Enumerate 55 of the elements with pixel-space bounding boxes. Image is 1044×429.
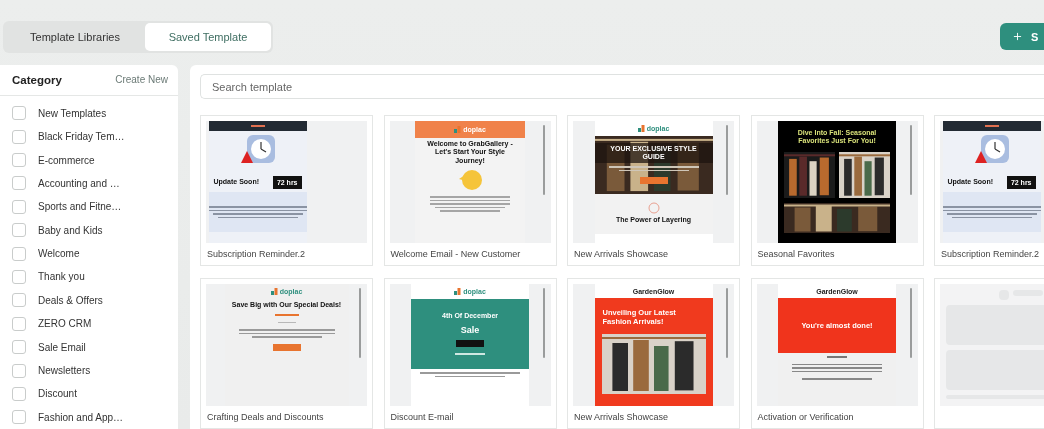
clock-icon (240, 135, 275, 165)
category-label: Baby and Kids (38, 224, 103, 236)
checkbox[interactable] (12, 176, 26, 191)
template-name: Seasonal Favorites (756, 249, 836, 259)
category-label: Sports and Fitne… (38, 201, 122, 213)
text-lines-drawing (455, 350, 485, 358)
checkbox[interactable] (12, 246, 26, 261)
logo-icon (454, 288, 462, 295)
template-name: Activation or Verification (756, 412, 855, 422)
checkbox[interactable] (12, 129, 26, 144)
email-button (456, 340, 484, 348)
checkbox[interactable] (12, 269, 26, 284)
template-name: Crafting Deals and Discounts (206, 412, 325, 422)
number-circle-icon (647, 201, 660, 214)
logo-icon (270, 288, 278, 295)
category-label: Welcome (38, 248, 80, 260)
category-label: E-commerce (38, 154, 95, 166)
category-label: Fashion and App… (38, 411, 124, 423)
search-field[interactable]: Search template (200, 74, 1044, 99)
checkbox[interactable] (12, 340, 26, 355)
checkbox[interactable] (12, 363, 26, 378)
tab[interactable]: Saved Template (145, 22, 271, 51)
category-label: Thank you (38, 271, 85, 283)
logo-icon (454, 126, 462, 133)
email-button (639, 177, 668, 185)
checkbox[interactable] (12, 223, 26, 238)
checkbox[interactable] (12, 316, 26, 331)
category-label: ZERO CRM (38, 318, 92, 330)
create-new-link[interactable]: Create New (115, 74, 168, 86)
panel-title: Category (12, 73, 62, 86)
checkbox[interactable] (12, 199, 26, 214)
category-label: Black Friday Tem… (38, 131, 125, 143)
add-button[interactable]: S (1000, 23, 1044, 50)
template-name: New Arrivals Showcase (573, 412, 670, 422)
template-name: Subscription Reminder.2 (940, 249, 1041, 259)
email-button (272, 343, 301, 351)
template-name: Discount E-mail (389, 412, 455, 422)
category-label: Newsletters (38, 365, 91, 376)
category-label: Accounting and … (38, 177, 120, 189)
checkbox[interactable] (12, 293, 26, 308)
checkbox[interactable] (12, 153, 26, 167)
category-label: New Templates (38, 107, 107, 119)
clock-icon (974, 135, 1009, 165)
logo-icon (637, 125, 645, 132)
category-label: Deals & Offers (38, 294, 103, 306)
category-label: Sale Email (38, 341, 86, 353)
checkbox[interactable] (12, 410, 26, 425)
plus-icon (1012, 31, 1023, 42)
category-label: Discount (38, 388, 77, 400)
checkbox[interactable] (12, 386, 26, 401)
template-name: New Arrivals Showcase (573, 249, 670, 259)
template-name: Subscription Reminder.2 (206, 249, 307, 259)
template-name: Welcome Email - New Customer (389, 249, 522, 259)
checkbox[interactable] (12, 106, 26, 121)
tab[interactable]: Template Libraries (5, 22, 145, 51)
